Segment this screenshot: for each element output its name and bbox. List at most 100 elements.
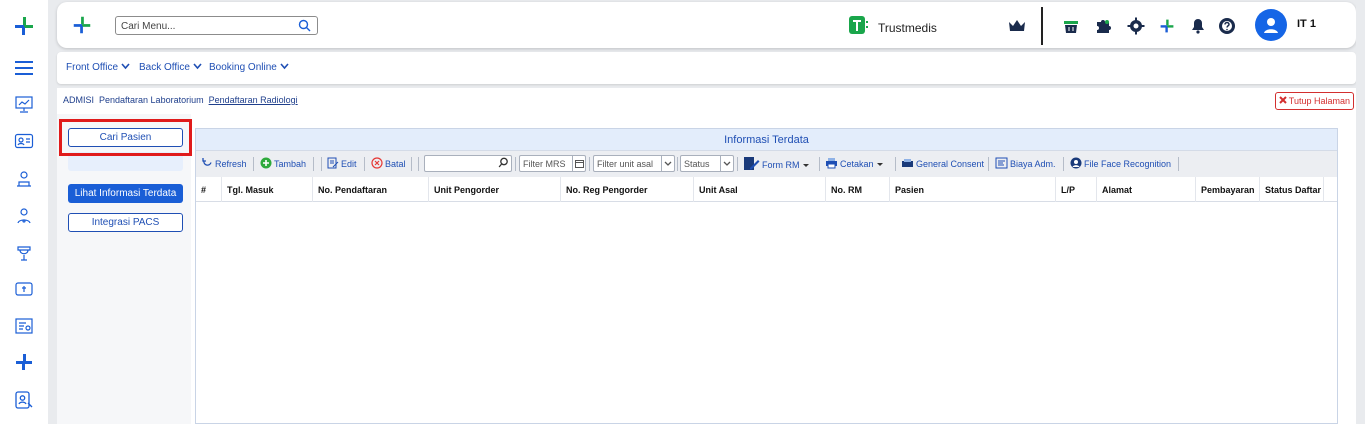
toolbar-separator <box>364 157 365 171</box>
close-page-label: Tutup Halaman <box>1288 96 1350 106</box>
chevron-down-icon[interactable] <box>720 156 733 171</box>
user-name[interactable]: IT 1 <box>1297 18 1316 30</box>
add-label: Tambah <box>274 159 307 169</box>
status-select[interactable]: Status <box>680 155 734 172</box>
toolbar-separator <box>313 157 314 171</box>
menu-back-office[interactable]: Back Office <box>139 62 202 73</box>
toolbar-search-input[interactable] <box>424 155 512 172</box>
header-logo-icon[interactable] <box>71 14 93 41</box>
toolbar-separator <box>589 157 590 171</box>
pacs-integration-button[interactable]: Integrasi PACS <box>68 213 183 232</box>
column-header-order-reg-no[interactable]: No. Reg Pengorder <box>561 177 694 202</box>
content-area: ADMISI Pendaftaran Laboratorium Pendafta… <box>57 88 1356 424</box>
print-button[interactable]: Cetakan <box>825 157 884 171</box>
breadcrumb-item-admisi[interactable]: ADMISI <box>63 95 94 105</box>
filter-mrs-field[interactable]: Filter MRS <box>519 155 586 172</box>
breadcrumb-item-radiologi[interactable]: Pendaftaran Radiologi <box>209 95 298 105</box>
breadcrumb-item-laboratorium[interactable]: Pendaftaran Laboratorium <box>99 95 204 105</box>
cancel-button[interactable]: Batal <box>371 157 406 171</box>
face-recognition-button[interactable]: File Face Recognition <box>1070 157 1171 171</box>
report-document-icon[interactable] <box>12 314 36 338</box>
id-card-icon[interactable] <box>12 129 36 153</box>
puzzle-icon[interactable] <box>1093 16 1113 36</box>
column-header-payment[interactable]: Pembayaran <box>1196 177 1260 202</box>
bell-icon[interactable] <box>1188 16 1208 36</box>
menu-search-box[interactable] <box>115 16 318 35</box>
trustmedis-cross-icon[interactable] <box>12 350 36 374</box>
avatar[interactable] <box>1255 9 1287 41</box>
gear-icon[interactable] <box>1126 16 1146 36</box>
edit-label: Edit <box>341 159 357 169</box>
chevron-down-icon <box>193 62 202 73</box>
print-label: Cetakan <box>840 159 874 169</box>
grid-header-row: # Tgl. Masuk No. Pendaftaran Unit Pengor… <box>196 177 1337 202</box>
invoice-icon <box>995 157 1008 171</box>
header-divider <box>1041 7 1043 45</box>
toolbar-separator <box>1178 157 1179 171</box>
toolbar-separator <box>895 157 896 171</box>
presentation-chart-icon[interactable] <box>12 92 36 116</box>
edit-button[interactable]: Edit <box>327 157 357 171</box>
column-header-origin-unit[interactable]: Unit Asal <box>694 177 826 202</box>
column-header-medical-record-no[interactable]: No. RM <box>826 177 890 202</box>
pharmacy-icon[interactable] <box>12 241 36 265</box>
view-registered-button[interactable]: Lihat Informasi Terdata <box>68 184 183 203</box>
toolbar-separator <box>737 157 738 171</box>
user-eye-icon[interactable] <box>12 204 36 228</box>
main-menubar: Front Office Back Office Booking Online <box>57 52 1356 84</box>
column-header-registration-status[interactable]: Status Daftar <box>1260 177 1324 202</box>
toolbar-separator <box>418 157 419 171</box>
column-header-registration-no[interactable]: No. Pendaftaran <box>313 177 429 202</box>
cancel-icon <box>371 157 383 171</box>
printer-icon <box>825 157 838 171</box>
toolbar-separator <box>321 157 322 171</box>
search-icon[interactable] <box>298 19 311 37</box>
column-header-patient[interactable]: Pasien <box>890 177 1056 202</box>
menu-front-office[interactable]: Front Office <box>66 62 130 73</box>
patient-registration-icon[interactable] <box>12 167 36 191</box>
admin-fee-button[interactable]: Biaya Adm. <box>995 157 1056 171</box>
trustmedis-mini-icon[interactable] <box>1157 16 1177 36</box>
grid-body <box>196 204 1337 424</box>
close-page-button[interactable]: Tutup Halaman <box>1274 92 1354 110</box>
column-header-gender[interactable]: L/P <box>1056 177 1097 202</box>
toolbar-separator <box>515 157 516 171</box>
logo-icon[interactable] <box>12 14 36 38</box>
window-edge <box>1356 0 1365 424</box>
left-rail <box>0 0 48 424</box>
add-button[interactable]: Tambah <box>260 157 306 171</box>
hamburger-menu-icon[interactable] <box>12 56 36 80</box>
general-consent-button[interactable]: General Consent <box>901 157 984 170</box>
refresh-button[interactable]: Refresh <box>202 157 247 170</box>
consent-icon <box>901 157 914 170</box>
toolbar-separator <box>677 157 678 171</box>
help-icon[interactable] <box>1217 16 1237 36</box>
toolbar-separator <box>1063 157 1064 171</box>
search-icon[interactable] <box>498 157 509 170</box>
basket-icon[interactable] <box>1061 16 1081 36</box>
breadcrumb: ADMISI Pendaftaran Laboratorium Pendafta… <box>63 95 298 105</box>
filter-unit-select[interactable]: Filter unit asal <box>593 155 675 172</box>
trustmedis-logo-icon <box>849 15 871 40</box>
clipboard-user-icon[interactable] <box>12 388 36 412</box>
form-rm-button[interactable]: Form RM <box>743 155 810 174</box>
column-header-entry-date[interactable]: Tgl. Masuk <box>222 177 313 202</box>
refresh-icon <box>202 157 213 170</box>
calendar-icon[interactable] <box>572 156 585 171</box>
chevron-down-icon[interactable] <box>661 156 674 171</box>
left-action-panel: Cari Pasien Lihat Informasi Terdata Inte… <box>57 114 191 424</box>
cash-register-icon[interactable] <box>12 277 36 301</box>
grid-toolbar: Refresh Tambah Edit Batal Filter MRS Fil… <box>196 150 1337 177</box>
menu-search-input[interactable] <box>121 19 291 33</box>
menu-booking-online[interactable]: Booking Online <box>209 62 289 73</box>
column-header-index[interactable]: # <box>196 177 222 202</box>
cancel-label: Batal <box>385 159 406 169</box>
crown-icon[interactable] <box>1007 16 1027 36</box>
dropdown-arrow-icon <box>876 159 884 169</box>
consent-label: General Consent <box>916 158 985 169</box>
dropdown-arrow-icon <box>802 160 810 170</box>
form-edit-icon <box>743 155 760 174</box>
filter-mrs-placeholder: Filter MRS <box>523 159 566 169</box>
column-header-address[interactable]: Alamat <box>1097 177 1196 202</box>
column-header-ordering-unit[interactable]: Unit Pengorder <box>429 177 561 202</box>
